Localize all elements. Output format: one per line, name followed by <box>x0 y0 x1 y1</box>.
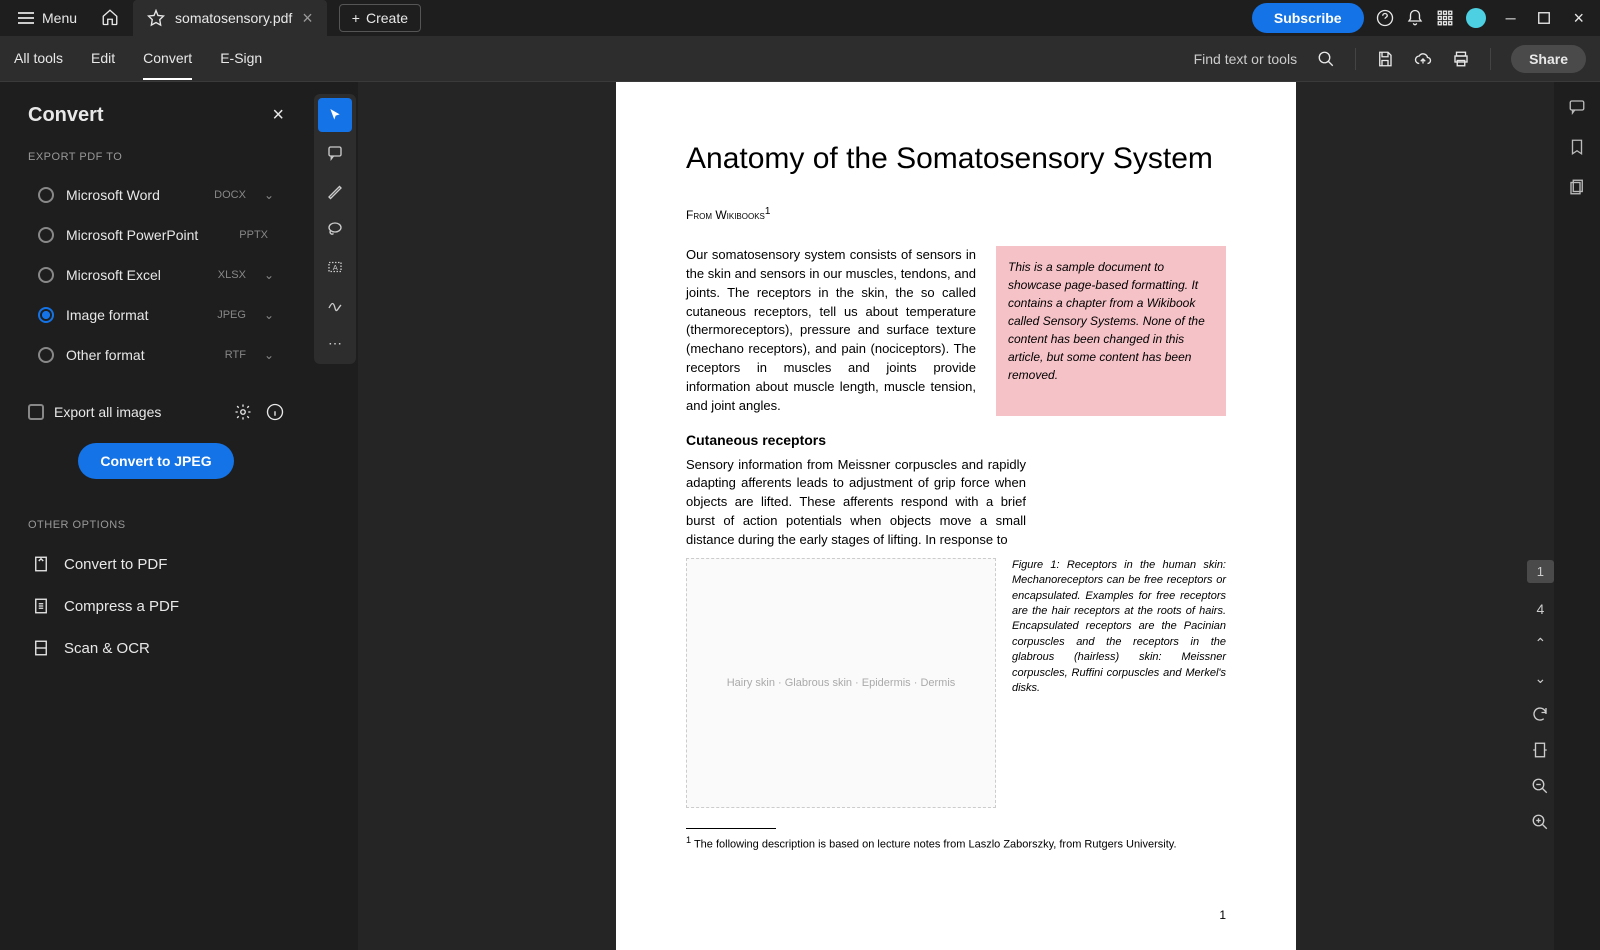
divider <box>1355 48 1356 70</box>
lasso-tool[interactable] <box>318 212 352 246</box>
doc-title: Anatomy of the Somatosensory System <box>686 142 1226 176</box>
doc-para1: Our somatosensory system consists of sen… <box>686 246 976 416</box>
subscribe-button[interactable]: Subscribe <box>1252 3 1364 33</box>
textbox-tool[interactable]: A <box>318 250 352 284</box>
tab-esign[interactable]: E-Sign <box>220 38 262 80</box>
figure-caption: Figure 1: Receptors in the human skin: M… <box>1012 558 1226 808</box>
home-button[interactable] <box>91 2 129 35</box>
zoom-in-icon[interactable] <box>1531 813 1549 831</box>
page-number: 1 <box>1219 908 1226 922</box>
create-button[interactable]: + Create <box>339 4 421 32</box>
zoom-out-icon[interactable] <box>1531 777 1549 795</box>
export-option-other[interactable]: Other format RTF ⌄ <box>28 335 284 375</box>
other-scan-ocr[interactable]: Scan & OCR <box>28 627 284 669</box>
other-section-label: OTHER OPTIONS <box>28 519 284 531</box>
compress-icon <box>32 597 50 615</box>
close-window-button[interactable]: × <box>1565 8 1592 29</box>
print-icon[interactable] <box>1452 50 1470 68</box>
chevron-down-icon: ⌄ <box>264 268 274 282</box>
radio-icon <box>38 227 54 243</box>
comment-tool[interactable] <box>318 136 352 170</box>
page-down-button[interactable]: ⌄ <box>1535 670 1547 687</box>
hamburger-icon <box>18 12 34 24</box>
tab-title: somatosensory.pdf <box>175 10 292 26</box>
total-pages: 4 <box>1536 601 1544 617</box>
other-compress-pdf[interactable]: Compress a PDF <box>28 585 284 627</box>
convert-pdf-icon <box>32 555 50 573</box>
menu-button[interactable]: Menu <box>8 4 87 32</box>
info-icon[interactable] <box>266 403 284 421</box>
export-option-image[interactable]: Image format JPEG ⌄ <box>28 295 284 335</box>
help-icon[interactable] <box>1376 9 1394 27</box>
doc-footnote: The following description is based on le… <box>694 838 1177 850</box>
radio-icon <box>38 347 54 363</box>
save-icon[interactable] <box>1376 50 1394 68</box>
chevron-down-icon: ⌄ <box>264 348 274 362</box>
tab-edit[interactable]: Edit <box>91 38 115 80</box>
apps-icon[interactable] <box>1436 9 1454 27</box>
current-page[interactable]: 1 <box>1527 560 1554 583</box>
scan-icon <box>32 639 50 657</box>
share-button[interactable]: Share <box>1511 45 1586 73</box>
cloud-upload-icon[interactable] <box>1414 50 1432 68</box>
select-tool[interactable] <box>318 98 352 132</box>
export-all-checkbox[interactable] <box>28 404 44 420</box>
minimize-button[interactable]: ─ <box>1498 10 1524 26</box>
chevron-down-icon: ⌄ <box>264 188 274 202</box>
page-up-button[interactable]: ⌃ <box>1535 635 1547 652</box>
doc-source: From Wikibooks <box>686 208 765 222</box>
radio-icon <box>38 267 54 283</box>
other-convert-pdf[interactable]: Convert to PDF <box>28 543 284 585</box>
home-icon <box>101 8 119 26</box>
close-tab-button[interactable]: × <box>302 8 313 29</box>
chevron-down-icon: ⌄ <box>264 308 274 322</box>
export-option-excel[interactable]: Microsoft Excel XLSX ⌄ <box>28 255 284 295</box>
sidebar-title: Convert <box>28 104 104 127</box>
footnote-rule <box>686 828 776 829</box>
close-sidebar-button[interactable]: × <box>272 104 284 127</box>
rotate-icon[interactable] <box>1531 705 1549 723</box>
avatar[interactable] <box>1466 8 1486 28</box>
export-all-label: Export all images <box>54 404 161 420</box>
tab-all-tools[interactable]: All tools <box>14 38 63 80</box>
export-option-powerpoint[interactable]: Microsoft PowerPoint PPTX <box>28 215 284 255</box>
bell-icon[interactable] <box>1406 9 1424 27</box>
gear-icon[interactable] <box>234 403 252 421</box>
tab-convert[interactable]: Convert <box>143 38 192 80</box>
bookmark-icon[interactable] <box>1568 138 1586 156</box>
figure-image: Hairy skin · Glabrous skin · Epidermis ·… <box>686 558 996 808</box>
sign-tool[interactable] <box>318 288 352 322</box>
panel-comment-icon[interactable] <box>1568 98 1586 116</box>
doc-subhead: Cutaneous receptors <box>686 432 1226 448</box>
search-icon[interactable] <box>1317 50 1335 68</box>
fit-width-icon[interactable] <box>1531 741 1549 759</box>
pdf-page: Anatomy of the Somatosensory System From… <box>616 82 1296 950</box>
maximize-button[interactable] <box>1535 9 1553 27</box>
plus-icon: + <box>352 10 360 26</box>
radio-icon <box>38 187 54 203</box>
convert-button[interactable]: Convert to JPEG <box>78 443 233 479</box>
document-tab[interactable]: somatosensory.pdf × <box>133 0 327 36</box>
star-icon <box>147 9 165 27</box>
svg-text:A: A <box>333 263 338 272</box>
export-section-label: EXPORT PDF TO <box>28 151 284 163</box>
divider <box>1490 48 1491 70</box>
highlight-tool[interactable] <box>318 174 352 208</box>
menu-label: Menu <box>42 10 77 26</box>
more-tools[interactable]: ⋯ <box>318 326 352 360</box>
doc-para2: Sensory information from Meissner corpus… <box>686 456 1026 550</box>
doc-callout: This is a sample document to showcase pa… <box>996 246 1226 416</box>
create-label: Create <box>366 10 408 26</box>
export-option-word[interactable]: Microsoft Word DOCX ⌄ <box>28 175 284 215</box>
pages-icon[interactable] <box>1568 178 1586 196</box>
radio-selected-icon <box>38 307 54 323</box>
find-label: Find text or tools <box>1194 51 1298 67</box>
